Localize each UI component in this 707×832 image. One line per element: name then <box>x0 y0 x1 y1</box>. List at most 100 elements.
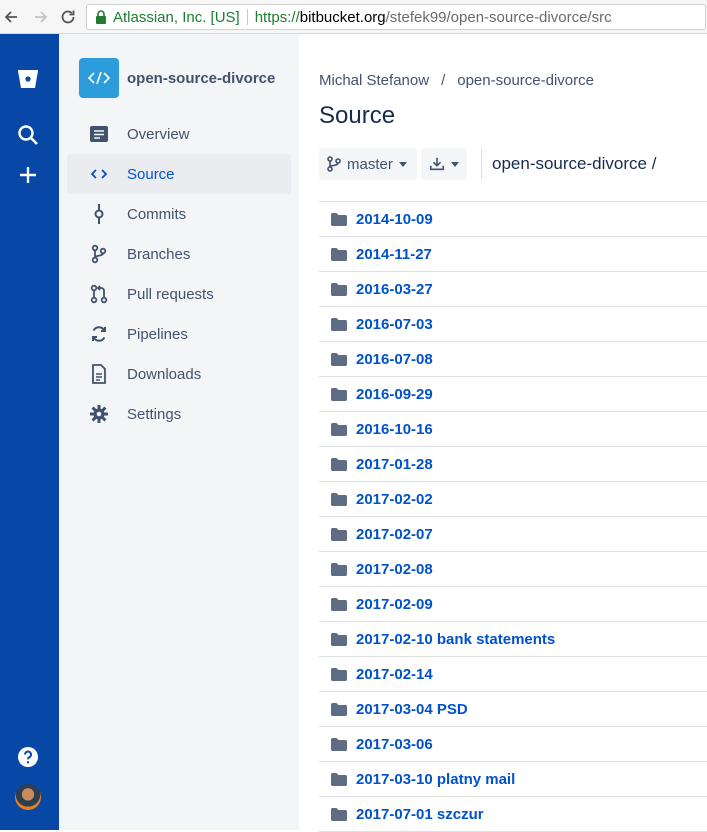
code-icon <box>89 164 109 184</box>
folder-link[interactable]: 2014-11-27 <box>356 246 432 263</box>
folder-link[interactable]: 2016-09-29 <box>356 386 433 403</box>
file-row[interactable]: 2017-02-14 <box>319 657 707 692</box>
help-icon[interactable] <box>15 744 41 770</box>
reload-icon[interactable] <box>58 7 78 27</box>
file-row[interactable]: 2017-07-01 szczur <box>319 797 707 832</box>
folder-icon <box>331 737 347 751</box>
folder-icon <box>331 772 347 786</box>
file-row[interactable]: 2016-09-29 <box>319 377 707 412</box>
folder-link[interactable]: 2016-10-16 <box>356 421 433 438</box>
url-path: /stefek99/open-source-divorce/src <box>385 8 612 26</box>
sidebar-item-settings[interactable]: Settings <box>67 394 291 434</box>
breadcrumb-owner[interactable]: Michal Stefanow <box>319 72 429 89</box>
folder-link[interactable]: 2016-07-03 <box>356 316 433 333</box>
chevron-down-icon <box>451 161 459 167</box>
folder-link[interactable]: 2017-02-10 bank statements <box>356 631 555 648</box>
branch-icon <box>327 156 341 172</box>
folder-link[interactable]: 2017-02-02 <box>356 491 433 508</box>
main-content: Michal Stefanow / open-source-divorce Sour… <box>299 34 707 832</box>
folder-link[interactable]: 2017-03-10 platny mail <box>356 771 515 788</box>
sidebar-item-branches[interactable]: Branches <box>67 234 291 274</box>
folder-link[interactable]: 2016-07-08 <box>356 351 433 368</box>
forward-arrow-icon[interactable] <box>30 7 50 27</box>
user-avatar[interactable] <box>15 784 41 810</box>
file-row[interactable]: 2014-11-27 <box>319 237 707 272</box>
repo-header[interactable]: open-source-divorce <box>79 58 275 98</box>
file-row[interactable]: 2014-10-09 <box>319 202 707 237</box>
address-bar[interactable]: Atlassian, Inc. [US] https://bitbucket.o… <box>86 4 706 30</box>
sidebar-nav: Overview Source Commits Branches Pull re… <box>67 114 291 434</box>
folder-icon <box>331 667 347 681</box>
folder-icon <box>331 247 347 261</box>
sidebar-item-commits[interactable]: Commits <box>67 194 291 234</box>
folder-link[interactable]: 2017-01-28 <box>356 456 433 473</box>
project-sidebar: open-source-divorce Overview Source Comm… <box>59 34 299 830</box>
file-row[interactable]: 2017-02-10 bank statements <box>319 622 707 657</box>
current-path: open-source-divorce / <box>492 154 657 173</box>
pipelines-icon <box>89 324 109 344</box>
folder-icon <box>331 492 347 506</box>
sidebar-item-pipelines[interactable]: Pipelines <box>67 314 291 354</box>
folder-link[interactable]: 2016-03-27 <box>356 281 433 298</box>
folder-icon <box>331 632 347 646</box>
url-scheme: https:// <box>254 8 300 26</box>
file-row[interactable]: 2017-02-02 <box>319 482 707 517</box>
sidebar-item-label: Commits <box>127 205 187 223</box>
url-divider <box>246 9 248 25</box>
breadcrumb-repo[interactable]: open-source-divorce <box>457 72 594 89</box>
search-icon[interactable] <box>15 122 41 148</box>
file-row[interactable]: 2017-02-09 <box>319 587 707 622</box>
file-row[interactable]: 2017-02-07 <box>319 517 707 552</box>
pull-request-icon <box>89 284 109 304</box>
file-row[interactable]: 2016-10-16 <box>319 412 707 447</box>
sidebar-item-label: Pipelines <box>127 325 188 343</box>
download-icon <box>429 157 445 171</box>
file-row[interactable]: 2017-01-28 <box>319 447 707 482</box>
certificate-name: Atlassian, Inc. [US] <box>113 8 240 26</box>
file-row[interactable]: 2017-03-10 platny mail <box>319 762 707 797</box>
sidebar-item-downloads[interactable]: Downloads <box>67 354 291 394</box>
repo-name: open-source-divorce <box>127 69 276 87</box>
chevron-down-icon <box>398 161 407 167</box>
folder-link[interactable]: 2017-02-07 <box>356 526 433 543</box>
folder-icon <box>331 702 347 716</box>
branch-selector-button[interactable]: master <box>319 148 417 180</box>
folder-link[interactable]: 2014-10-09 <box>356 211 433 228</box>
folder-link[interactable]: 2017-02-09 <box>356 596 433 613</box>
breadcrumb-separator: / <box>441 72 446 89</box>
sidebar-item-label: Settings <box>127 405 182 423</box>
file-row[interactable]: 2017-03-04 PSD <box>319 692 707 727</box>
folder-icon <box>331 562 347 576</box>
folder-link[interactable]: 2017-07-01 szczur <box>356 806 484 823</box>
file-row[interactable]: 2016-07-03 <box>319 307 707 342</box>
folder-icon <box>331 457 347 471</box>
sidebar-item-label: Downloads <box>127 365 202 383</box>
file-row[interactable]: 2016-07-08 <box>319 342 707 377</box>
folder-icon <box>331 352 347 366</box>
folder-icon <box>331 422 347 436</box>
document-icon <box>89 364 109 384</box>
source-toolbar: master open-source-divorce / <box>319 148 656 180</box>
file-row[interactable]: 2017-03-06 <box>319 727 707 762</box>
folder-icon <box>331 597 347 611</box>
sidebar-item-source[interactable]: Source <box>67 154 291 194</box>
folder-icon <box>331 212 347 226</box>
folder-icon <box>331 527 347 541</box>
folder-icon <box>331 282 347 296</box>
folder-link[interactable]: 2017-02-14 <box>356 666 433 683</box>
lock-icon <box>96 10 106 24</box>
folder-link[interactable]: 2017-02-08 <box>356 561 433 578</box>
sidebar-item-label: Pull requests <box>127 285 214 303</box>
bitbucket-logo-icon[interactable] <box>15 66 41 92</box>
sidebar-item-overview[interactable]: Overview <box>67 114 291 154</box>
plus-icon[interactable] <box>15 162 41 188</box>
folder-link[interactable]: 2017-03-04 PSD <box>356 701 468 718</box>
file-list: 2014-10-09 2014-11-27 2016-03-27 2016-07-03… <box>319 201 707 832</box>
download-button[interactable] <box>421 148 467 180</box>
file-row[interactable]: 2017-02-08 <box>319 552 707 587</box>
sidebar-item-pull-requests[interactable]: Pull requests <box>67 274 291 314</box>
folder-link[interactable]: 2017-03-06 <box>356 736 433 753</box>
file-row[interactable]: 2016-03-27 <box>319 272 707 307</box>
back-arrow-icon[interactable] <box>2 7 22 27</box>
sidebar-item-label: Branches <box>127 245 191 263</box>
